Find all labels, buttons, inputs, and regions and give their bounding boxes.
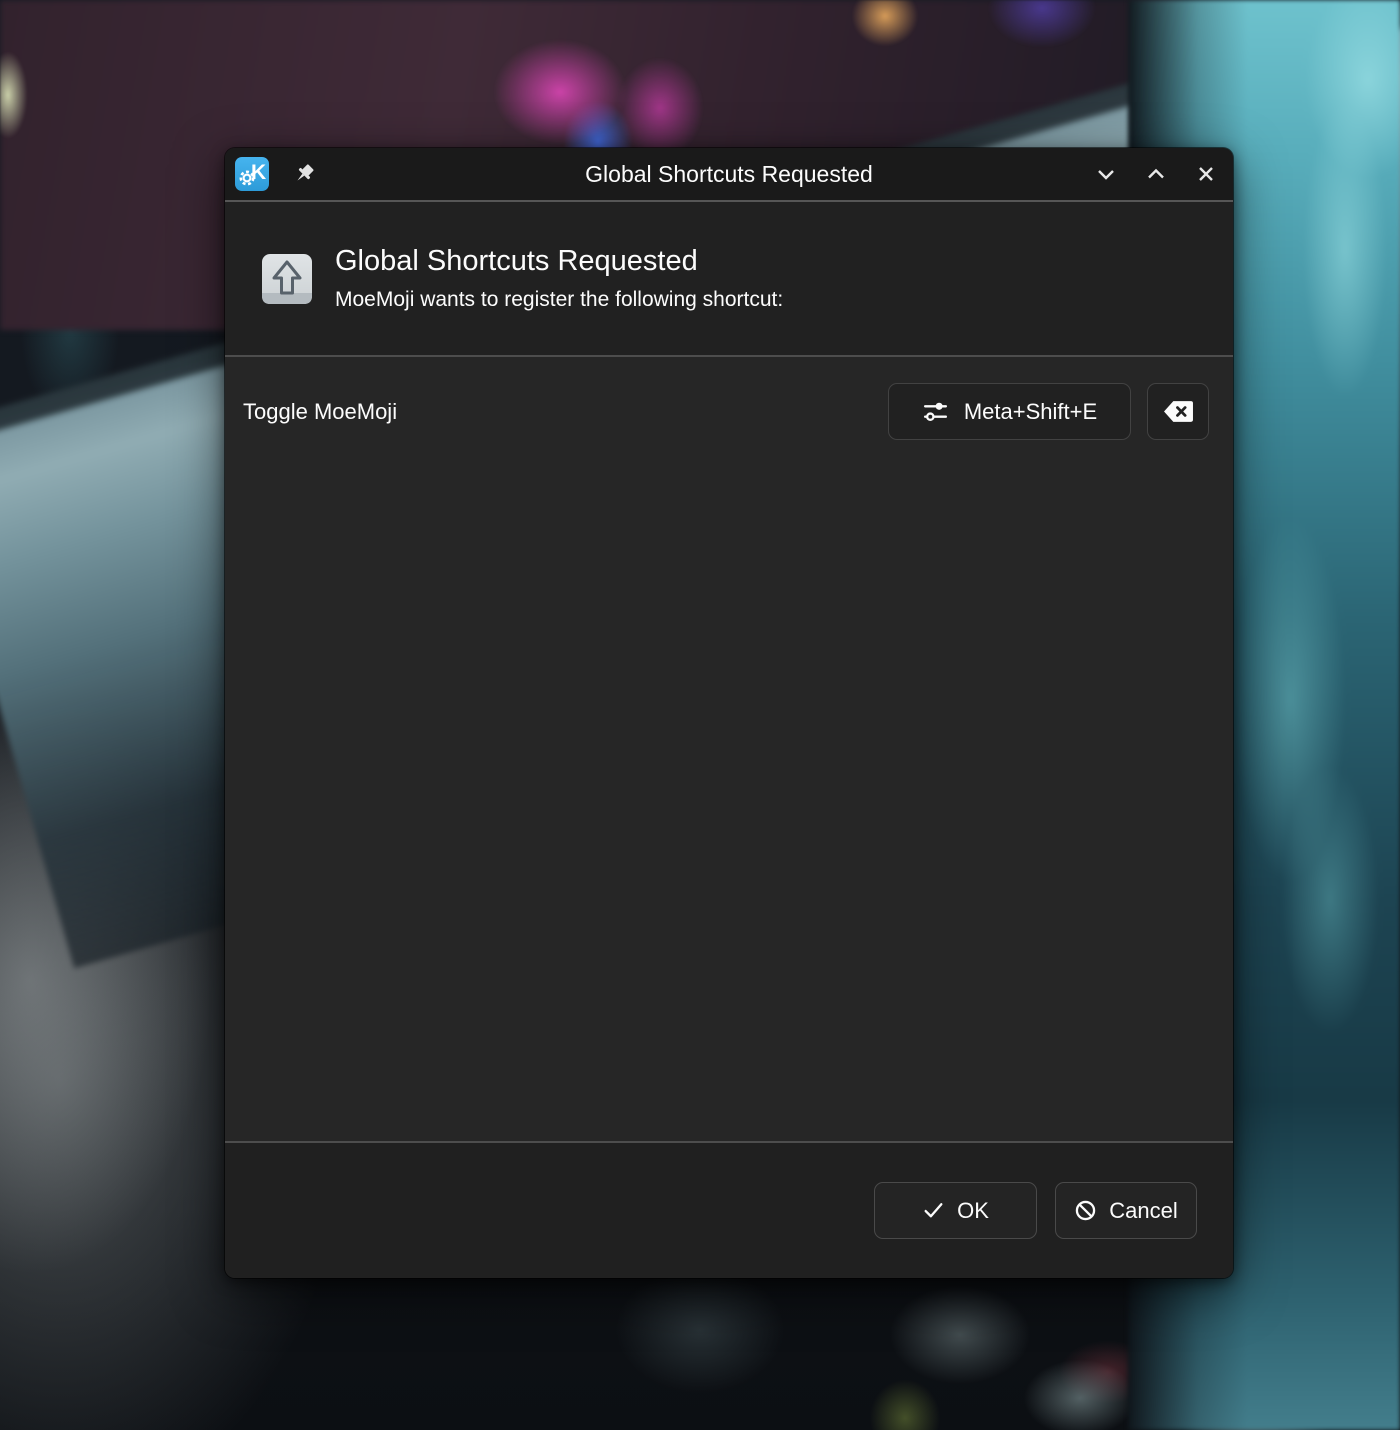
chevron-up-icon [1144,162,1168,186]
chevron-down-icon [1094,162,1118,186]
sliders-icon [922,398,949,425]
maximize-button[interactable] [1143,161,1169,187]
titlebar[interactable]: K Global Shortcuts Requested [225,148,1233,202]
shift-key-icon [261,253,313,305]
shortcut-key-button[interactable]: Meta+Shift+E [888,383,1131,440]
shortcut-row: Toggle MoeMoji Meta+Shift+E [243,383,1209,440]
shortcut-key-value: Meta+Shift+E [964,399,1097,425]
window-controls [1093,161,1219,187]
prohibition-icon [1074,1199,1097,1222]
shortcut-controls: Meta+Shift+E [888,383,1209,440]
ok-button[interactable]: OK [874,1182,1037,1239]
minimize-button[interactable] [1093,161,1119,187]
cancel-button[interactable]: Cancel [1055,1182,1197,1239]
backspace-icon [1163,400,1194,423]
global-shortcuts-dialog: K Global Shortcuts Requested [225,148,1233,1278]
kde-logo-icon: K [235,157,269,191]
pin-button[interactable] [289,159,319,189]
header-title: Global Shortcuts Requested [335,245,783,278]
dialog-footer: OK Cancel [225,1141,1233,1278]
close-icon [1194,162,1218,186]
checkmark-icon [922,1199,945,1222]
svg-text:K: K [251,161,266,184]
close-button[interactable] [1193,161,1219,187]
header-subtitle: MoeMoji wants to register the following … [335,288,783,312]
dialog-header: Global Shortcuts Requested MoeMoji wants… [225,202,1233,357]
window-title: Global Shortcuts Requested [225,161,1233,188]
cancel-label: Cancel [1109,1198,1177,1224]
clear-shortcut-button[interactable] [1147,383,1209,440]
shortcut-action-label: Toggle MoeMoji [243,399,397,425]
pin-icon [286,156,323,193]
dialog-content: Toggle MoeMoji Meta+Shift+E [225,357,1233,1141]
ok-label: OK [957,1198,989,1224]
